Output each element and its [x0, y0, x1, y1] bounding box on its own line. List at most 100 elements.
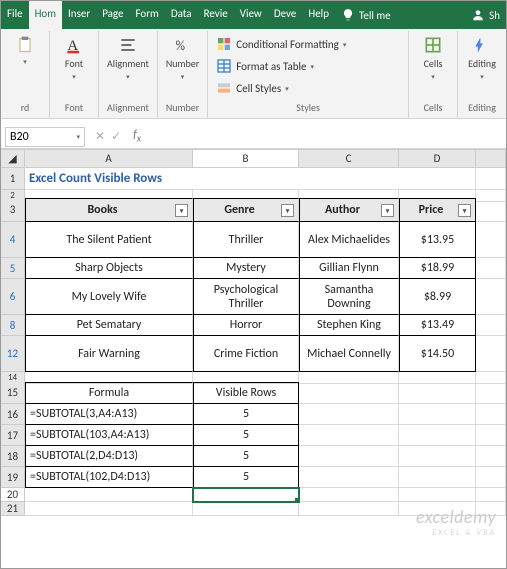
spreadsheet-grid[interactable]: ◢ A B C D 1 Excel Count Visible Rows 2 3…: [1, 149, 506, 516]
fx-icon[interactable]: fx: [127, 128, 147, 144]
table-cell[interactable]: Thriller: [193, 222, 299, 258]
tab-developer[interactable]: Deve: [268, 1, 303, 29]
tab-insert[interactable]: Inser: [62, 1, 96, 29]
formula-input[interactable]: [147, 130, 506, 144]
table-cell[interactable]: Mystery: [193, 258, 299, 279]
row-header[interactable]: 19: [1, 467, 25, 488]
sheet-title[interactable]: Excel Count Visible Rows: [25, 168, 476, 190]
table-header-price[interactable]: Price ▾: [399, 198, 476, 222]
table-cell[interactable]: $14.50: [399, 336, 476, 372]
formula-bar-row: B20 ▾ ✕ ✓ fx: [1, 125, 506, 149]
svg-text:%: %: [175, 37, 185, 54]
tell-me-search[interactable]: Tell me: [335, 1, 397, 29]
tab-formulas[interactable]: Form: [129, 1, 164, 29]
filter-dropdown-icon[interactable]: ▾: [381, 204, 394, 217]
format-as-table-button[interactable]: Format as Table▾: [216, 57, 314, 75]
tab-review[interactable]: Revie: [198, 1, 234, 29]
row-header[interactable]: 1: [1, 168, 25, 190]
row-header[interactable]: 18: [1, 446, 25, 467]
table-cell[interactable]: The Silent Patient: [25, 222, 193, 258]
table-header-author[interactable]: Author ▾: [299, 198, 399, 222]
col-header-extra[interactable]: [476, 150, 506, 168]
align-icon: [118, 35, 138, 55]
result-cell[interactable]: 5: [193, 404, 299, 425]
table-cell[interactable]: $13.49: [399, 315, 476, 336]
tab-file[interactable]: File: [1, 1, 29, 29]
column-headers: ◢ A B C D: [1, 149, 506, 168]
table-cell[interactable]: Pet Sematary: [25, 315, 193, 336]
name-box-value: B20: [10, 130, 29, 144]
tab-data[interactable]: Data: [165, 1, 198, 29]
col-header-c[interactable]: C: [299, 150, 399, 168]
table-cell[interactable]: Alex Michaelides: [299, 222, 399, 258]
tab-home[interactable]: Hom: [29, 1, 62, 29]
table-cell[interactable]: Samantha Downing: [299, 279, 399, 315]
table-cell[interactable]: Horror: [193, 315, 299, 336]
tab-page[interactable]: Page: [96, 1, 129, 29]
table-header-genre[interactable]: Genre ▾: [193, 198, 299, 222]
row-header[interactable]: 8: [1, 315, 25, 336]
row-header[interactable]: 4: [1, 222, 25, 258]
col-header-b[interactable]: B: [193, 150, 299, 168]
cancel-icon: ✕: [95, 129, 105, 144]
formula-cell[interactable]: =SUBTOTAL(103,A4:A13): [25, 425, 193, 446]
row-header[interactable]: 5: [1, 258, 25, 279]
cond-format-icon: [216, 36, 232, 52]
row-header[interactable]: 16: [1, 404, 25, 425]
share-label: Sh: [489, 9, 500, 22]
table-cell[interactable]: Psychological Thriller: [193, 279, 299, 315]
fill-handle[interactable]: [295, 498, 299, 502]
table-cell[interactable]: Stephen King: [299, 315, 399, 336]
formula-header-a[interactable]: Formula: [25, 382, 193, 404]
alignment-button[interactable]: Alignment▾: [103, 33, 153, 83]
row-header[interactable]: 15: [1, 382, 25, 404]
editing-button[interactable]: Editing▾: [462, 33, 502, 83]
row-header[interactable]: 20: [1, 488, 25, 502]
row-header[interactable]: 3: [1, 198, 25, 222]
cells-button[interactable]: Cells▾: [413, 33, 453, 83]
share-button[interactable]: Sh: [465, 1, 506, 29]
row-header[interactable]: 6: [1, 279, 25, 315]
tab-help[interactable]: Help: [302, 1, 335, 29]
col-header-a[interactable]: A: [25, 150, 193, 168]
clipboard-button[interactable]: ▾: [5, 33, 45, 68]
table-cell[interactable]: Crime Fiction: [193, 336, 299, 372]
table-cell[interactable]: $18.99: [399, 258, 476, 279]
ribbon: ▾ rd A Font▾ Font Alignment▾ Alignment %…: [1, 29, 506, 119]
formula-cell[interactable]: =SUBTOTAL(3,A4:A13): [25, 404, 193, 425]
row-header[interactable]: 21: [1, 502, 25, 516]
table-icon: [216, 58, 232, 74]
active-cell[interactable]: [193, 488, 299, 502]
cells-group-label: Cells: [413, 99, 453, 116]
result-cell[interactable]: 5: [193, 425, 299, 446]
result-cell[interactable]: 5: [193, 446, 299, 467]
result-cell[interactable]: 5: [193, 467, 299, 488]
table-cell[interactable]: Fair Warning: [25, 336, 193, 372]
name-box[interactable]: B20 ▾: [5, 127, 85, 147]
select-all-corner[interactable]: ◢: [1, 150, 25, 168]
filter-dropdown-icon[interactable]: ▾: [281, 204, 294, 217]
table-cell[interactable]: Michael Connelly: [299, 336, 399, 372]
cell-styles-button[interactable]: Cell Styles▾: [216, 79, 288, 97]
table-cell[interactable]: My Lovely Wife: [25, 279, 193, 315]
name-box-dropdown-icon[interactable]: ▾: [76, 132, 80, 141]
filter-dropdown-icon[interactable]: ▾: [458, 204, 471, 217]
table-cell[interactable]: Sharp Objects: [25, 258, 193, 279]
conditional-formatting-button[interactable]: Conditional Formatting▾: [216, 35, 346, 53]
formula-cell[interactable]: =SUBTOTAL(2,D4:D13): [25, 446, 193, 467]
col-header-d[interactable]: D: [399, 150, 476, 168]
row-header[interactable]: 12: [1, 336, 25, 372]
formula-cell[interactable]: =SUBTOTAL(102,D4:D13): [25, 467, 193, 488]
table-cell[interactable]: $13.95: [399, 222, 476, 258]
number-button[interactable]: % Number▾: [162, 33, 203, 83]
table-header-books[interactable]: Books ▾: [25, 198, 193, 222]
tab-view[interactable]: View: [234, 1, 268, 29]
lightbulb-icon: [341, 8, 355, 22]
row-header[interactable]: 17: [1, 425, 25, 446]
filter-dropdown-icon[interactable]: ▾: [175, 204, 188, 217]
table-cell[interactable]: $8.99: [399, 279, 476, 315]
formula-header-b[interactable]: Visible Rows: [193, 382, 299, 404]
font-button[interactable]: A Font▾: [54, 33, 94, 83]
table-cell[interactable]: Gillian Flynn: [299, 258, 399, 279]
font-group-label: Font: [54, 99, 94, 116]
